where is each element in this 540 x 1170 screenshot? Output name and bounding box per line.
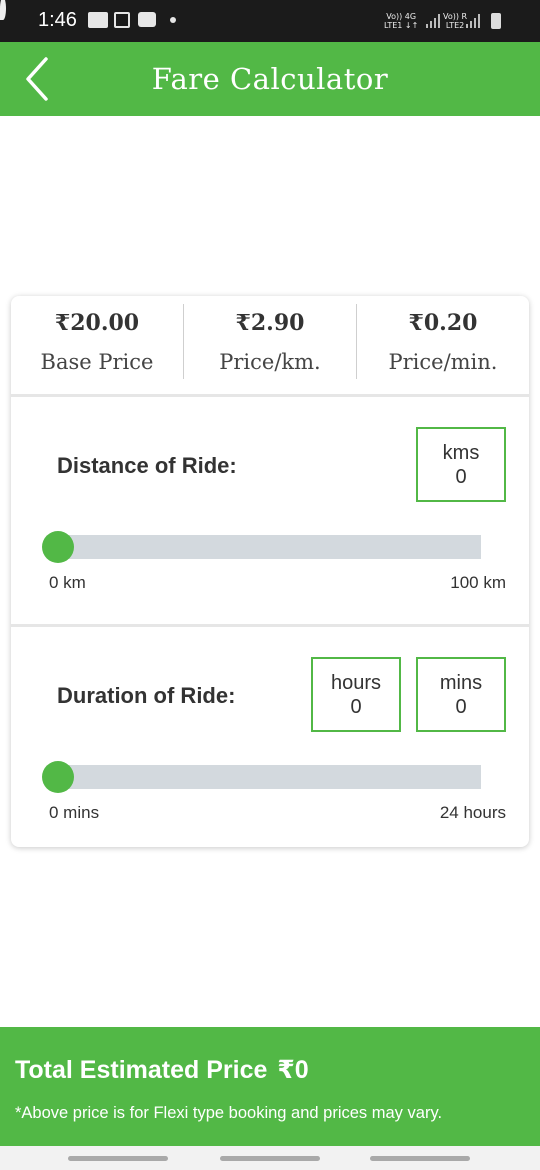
total-price-line: Total Estimated Price ₹0 [15, 1055, 309, 1085]
location-icon [0, 0, 6, 20]
sim2-line1: Vo)) R [443, 12, 468, 21]
message-notification-icon [138, 12, 156, 27]
distance-max-label: 100 km [450, 573, 506, 592]
duration-mins-unit: mins [439, 672, 483, 694]
duration-mins-box[interactable]: mins 0 [416, 657, 506, 732]
distance-title: Distance of Ride: [57, 453, 237, 478]
battery-icon [491, 13, 501, 29]
section-divider [11, 394, 529, 397]
base-price-amount: ₹20.00 [54, 310, 140, 336]
price-per-min-label: Price/min. [388, 350, 498, 374]
duration-max-label: 24 hours [439, 803, 506, 822]
nav-recents-button[interactable] [68, 1156, 168, 1161]
distance-kms-value: 0 [455, 466, 467, 488]
signal-sim1-icon [426, 14, 440, 28]
nav-home-button[interactable] [220, 1156, 320, 1161]
price-per-min-column: ₹0.20 Price/min. [357, 296, 529, 394]
sim1-line1: Vo)) 4G [386, 12, 417, 21]
duration-min-label: 0 mins [49, 803, 100, 822]
price-per-km-label: Price/km. [219, 350, 321, 374]
status-time: 1:46 [38, 9, 77, 31]
duration-hours-box[interactable]: hours 0 [311, 657, 401, 732]
duration-hours-value: 0 [350, 696, 362, 718]
network-sim1-label: Vo)) 4G LTE1 ↓↑ [384, 12, 418, 30]
total-price-amount: ₹0 [277, 1056, 309, 1084]
system-navigation-bar [0, 1146, 540, 1170]
duration-mins-value: 0 [455, 696, 467, 718]
signal-sim2-icon [466, 14, 480, 28]
price-disclaimer: *Above price is for Flexi type booking a… [15, 1104, 443, 1122]
distance-slider-thumb[interactable] [42, 531, 74, 563]
duration-slider-thumb[interactable] [42, 761, 74, 793]
sim2-line2: LTE2 [445, 21, 465, 30]
paytm-notification-icon [88, 12, 108, 28]
gallery-notification-icon [114, 12, 130, 28]
total-price-label: Total Estimated Price [15, 1056, 268, 1084]
distance-kms-unit: kms [442, 442, 480, 464]
total-price-footer: Total Estimated Price ₹0 *Above price is … [0, 1027, 540, 1146]
base-price-column: ₹20.00 Base Price [11, 296, 183, 394]
distance-slider-track[interactable] [69, 535, 481, 559]
status-bar: 1:46 Vo)) 4G LTE1 ↓↑ Vo)) R LTE2 [0, 0, 540, 42]
fare-card: ₹20.00 Base Price ₹2.90 Price/km. ₹0.20 … [11, 296, 529, 847]
duration-hours-unit: hours [330, 672, 382, 694]
duration-slider-track[interactable] [69, 765, 481, 789]
distance-min-label: 0 km [49, 573, 86, 592]
section-divider [11, 624, 529, 627]
price-summary-row: ₹20.00 Base Price ₹2.90 Price/km. ₹0.20 … [11, 296, 529, 394]
sim1-line2: LTE1 ↓↑ [384, 21, 419, 30]
more-notifications-dot-icon [170, 17, 176, 23]
duration-title: Duration of Ride: [57, 683, 236, 708]
price-per-min-amount: ₹0.20 [408, 310, 478, 336]
price-per-km-amount: ₹2.90 [235, 310, 305, 336]
nav-back-button[interactable] [370, 1156, 470, 1161]
network-sim2-label: Vo)) R LTE2 [443, 12, 467, 30]
price-per-km-column: ₹2.90 Price/km. [184, 296, 356, 394]
app-header: Fare Calculator [0, 42, 540, 116]
base-price-label: Base Price [40, 350, 154, 374]
distance-kms-box[interactable]: kms 0 [416, 427, 506, 502]
page-title: Fare Calculator [151, 62, 389, 96]
